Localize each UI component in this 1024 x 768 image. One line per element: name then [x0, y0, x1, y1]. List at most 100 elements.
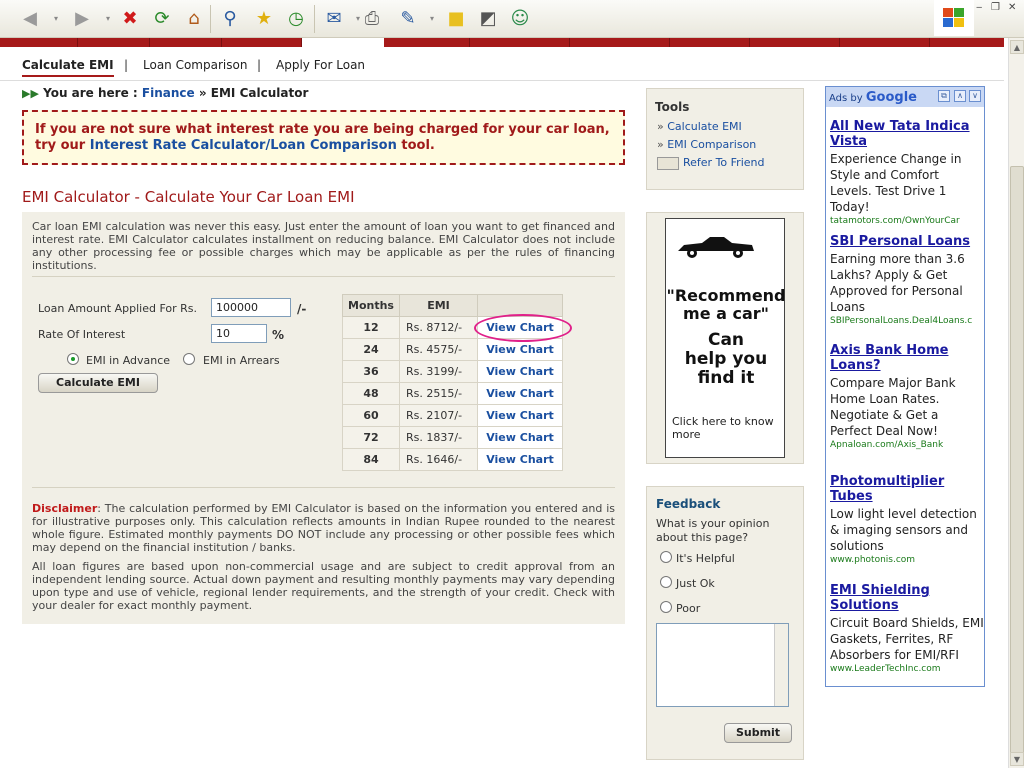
ad-url[interactable]: www.photonis.com [830, 555, 984, 565]
divider [32, 276, 615, 277]
page-title: EMI Calculator - Calculate Your Car Loan… [22, 188, 625, 214]
tab-calculate-emi[interactable]: Calculate EMI [22, 58, 114, 77]
ads-next-icon[interactable]: ∨ [969, 90, 981, 102]
feedback-just-ok-radio[interactable] [660, 576, 672, 588]
view-chart-link-24[interactable]: View Chart [486, 343, 554, 356]
emi-cell: Rs. 2515/- [399, 382, 478, 405]
vertical-scrollbar[interactable]: ▲ ▼ [1008, 38, 1024, 768]
mail-icon[interactable]: ✉ [322, 7, 346, 31]
close-icon[interactable]: ✕ [1008, 2, 1016, 13]
notice-line1: If you are not sure what interest rate y… [35, 122, 610, 137]
refresh-icon[interactable]: ⟳ [150, 7, 174, 31]
intro-text: Car loan EMI calculation was never this … [32, 220, 615, 272]
ad-item[interactable]: Axis Bank Home Loans? Compare Major Bank… [830, 343, 984, 450]
interest-rate-calculator-link[interactable]: Interest Rate Calculator/Loan Comparison [90, 138, 397, 153]
ad-title[interactable]: EMI Shielding Solutions [830, 583, 984, 613]
rate-of-interest-label: Rate Of Interest [38, 328, 126, 341]
feedback-comment-textarea[interactable] [656, 623, 789, 707]
scroll-down-icon[interactable]: ▼ [1010, 752, 1024, 766]
sub-navigation: Calculate EMI | Loan Comparison | Apply … [0, 47, 1004, 81]
messenger-icon[interactable]: ☺ [508, 7, 532, 31]
ad-item[interactable]: EMI Shielding Solutions Circuit Board Sh… [830, 583, 984, 674]
feedback-poor-radio[interactable] [660, 601, 672, 613]
banner-line-2: me a car" [683, 304, 769, 323]
view-chart-link-84[interactable]: View Chart [486, 453, 554, 466]
ad-url[interactable]: tatamotors.com/OwnYourCar [830, 216, 984, 226]
tools-box: Tools » Calculate EMI » EMI Comparison R… [646, 88, 804, 190]
ad-url[interactable]: SBIPersonalLoans.Deal4Loans.c [830, 316, 984, 326]
emi-arrears-label: EMI in Arrears [203, 354, 280, 367]
breadcrumb-finance-link[interactable]: Finance [142, 86, 195, 100]
ads-prev-icon[interactable]: ∧ [954, 90, 966, 102]
ad-title[interactable]: Axis Bank Home Loans? [830, 343, 984, 373]
ad-url[interactable]: Apnaloan.com/Axis_Bank [830, 440, 984, 450]
tab-loan-comparison[interactable]: Loan Comparison [143, 58, 247, 72]
ad-choices-icon[interactable]: ⧉ [938, 90, 950, 102]
ad-item[interactable]: All New Tata Indica Vista Experience Cha… [830, 119, 984, 226]
emi-arrears-radio[interactable] [183, 353, 195, 365]
ad-item[interactable]: SBI Personal Loans Earning more than 3.6… [830, 234, 984, 326]
ad-title[interactable]: SBI Personal Loans [830, 234, 984, 249]
disclaimer-text: : The calculation performed by EMI Calcu… [32, 502, 615, 554]
tools-item-refer-to-friend[interactable]: Refer To Friend [657, 156, 764, 170]
restore-icon[interactable]: ❐ [991, 2, 1000, 13]
textarea-scrollbar[interactable] [774, 624, 788, 706]
research-icon[interactable]: ◩ [476, 7, 500, 31]
ad-url[interactable]: www.LeaderTechInc.com [830, 664, 984, 674]
nav-separator: | [257, 58, 262, 72]
banner-line-3: Can [707, 330, 745, 350]
minimize-icon[interactable]: ‒ [976, 2, 982, 13]
feedback-helpful-radio[interactable] [660, 551, 672, 563]
loan-amount-input[interactable] [211, 298, 291, 317]
tools-item-emi-comparison[interactable]: » EMI Comparison [657, 138, 756, 151]
ad-title[interactable]: Photomultiplier Tubes [830, 474, 984, 504]
ad-desc: Low light level detection & imaging sens… [830, 507, 977, 553]
divider [32, 487, 615, 488]
stop-icon[interactable]: ✖ [118, 7, 142, 31]
print-icon[interactable]: ⎙ [360, 7, 384, 31]
breadcrumb-arrow-icon: ▶▶ [22, 87, 39, 100]
months-header: Months [342, 294, 400, 317]
emi-cell: Rs. 3199/- [399, 360, 478, 383]
months-cell: 72 [342, 426, 400, 449]
windows-logo-icon [934, 0, 974, 36]
edit-icon[interactable]: ✎ [396, 7, 420, 31]
tab-apply-for-loan[interactable]: Apply For Loan [276, 58, 365, 72]
ad-title[interactable]: All New Tata Indica Vista [830, 119, 984, 149]
rate-of-interest-input[interactable] [211, 324, 267, 343]
disclaimer-label: Disclaimer [32, 502, 98, 515]
disclaimer: Disclaimer: The calculation performed by… [32, 502, 615, 612]
emi-cell: Rs. 1837/- [399, 426, 478, 449]
forward-icon[interactable]: ▶ [70, 7, 94, 31]
view-chart-link-72[interactable]: View Chart [486, 431, 554, 444]
notes-icon[interactable]: ■ [444, 7, 468, 31]
ad-desc: Earning more than 3.6 Lakhs? Apply & Get… [830, 252, 965, 314]
notice-tool: tool. [401, 138, 435, 153]
ad-item[interactable]: Photomultiplier Tubes Low light level de… [830, 474, 984, 565]
back-icon[interactable]: ◀ [18, 7, 42, 31]
calculate-emi-button[interactable]: Calculate EMI [38, 373, 158, 393]
interest-rate-notice: If you are not sure what interest rate y… [22, 110, 625, 165]
view-chart-link-48[interactable]: View Chart [486, 387, 554, 400]
view-chart-link-60[interactable]: View Chart [486, 409, 554, 422]
search-icon[interactable]: ⚲ [218, 7, 242, 31]
view-chart-link-36[interactable]: View Chart [486, 365, 554, 378]
ads-by-google[interactable]: Ads by Google [829, 90, 917, 105]
emi-cell: Rs. 2107/- [399, 404, 478, 427]
tools-item-calculate-emi[interactable]: » Calculate EMI [657, 120, 742, 133]
scroll-thumb[interactable] [1010, 166, 1024, 756]
emi-advance-radio[interactable] [67, 353, 79, 365]
forward-dropdown-icon[interactable]: ▾ [96, 7, 120, 31]
google-ads: Ads by Google ⧉ ∧ ∨ All New Tata Indica … [825, 86, 985, 687]
scroll-up-icon[interactable]: ▲ [1010, 40, 1024, 54]
back-dropdown-icon[interactable]: ▾ [44, 7, 68, 31]
edit-dropdown-icon[interactable]: ▾ [420, 7, 444, 31]
favorites-icon[interactable]: ★ [252, 7, 276, 31]
loan-amount-label: Loan Amount Applied For Rs. [38, 302, 198, 315]
history-icon[interactable]: ◷ [284, 7, 308, 31]
home-icon[interactable]: ⌂ [182, 7, 206, 31]
feedback-submit-button[interactable]: Submit [724, 723, 792, 743]
emi-cell: Rs. 4575/- [399, 338, 478, 361]
recommend-car-banner[interactable]: "Recommend me a car" Can help you find i… [646, 212, 804, 464]
top-red-bar [0, 38, 1004, 47]
